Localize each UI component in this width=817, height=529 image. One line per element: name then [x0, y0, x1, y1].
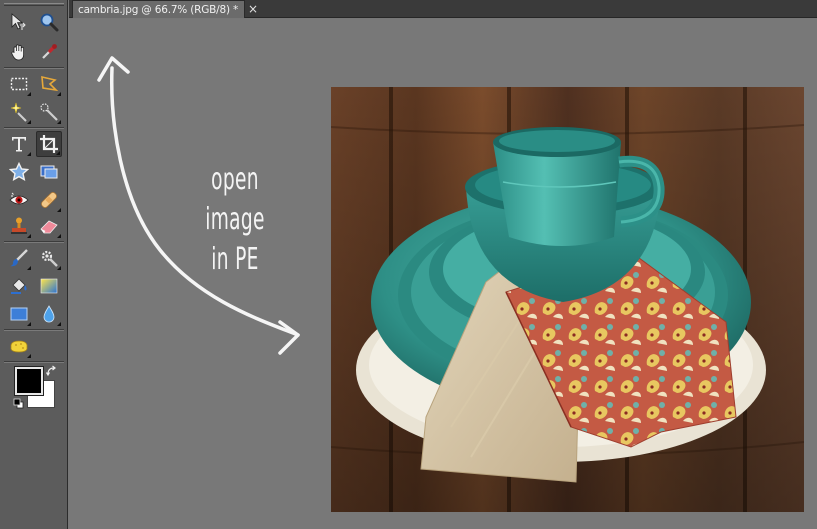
eyedropper-icon	[42, 44, 57, 59]
brush-tool[interactable]	[6, 245, 32, 271]
gradient-tool[interactable]	[36, 273, 62, 299]
crop-tool[interactable]	[36, 131, 62, 157]
tool-flyout-indicator	[27, 266, 31, 270]
cookie-cutter-tool[interactable]	[6, 159, 32, 185]
paint-bucket-icon	[11, 278, 27, 294]
red-eye-tool[interactable]	[6, 187, 32, 213]
tool-flyout-indicator	[27, 92, 31, 96]
eyedropper-tool[interactable]	[36, 39, 62, 65]
tool-flyout-indicator	[57, 322, 61, 326]
gradient-icon	[40, 278, 58, 294]
smart-brush-icon	[41, 250, 58, 267]
brush-icon	[10, 249, 28, 267]
type-icon	[12, 137, 26, 152]
tool-flyout-indicator	[57, 234, 61, 238]
toolbox-separator	[4, 127, 64, 129]
shape-icon	[10, 307, 28, 321]
tool-flyout-indicator	[27, 120, 31, 124]
straighten-tool[interactable]	[36, 159, 62, 185]
lasso-icon	[41, 75, 59, 92]
quick-selection-icon	[40, 103, 58, 121]
tool-flyout-indicator	[27, 322, 31, 326]
cookie-cutter-icon	[9, 162, 29, 181]
quick-selection-tool[interactable]	[36, 99, 62, 125]
magic-wand-tool[interactable]	[6, 99, 32, 125]
annotation-text: open image in PE	[192, 160, 279, 280]
toolbox	[0, 0, 68, 529]
tool-flyout-indicator	[57, 208, 61, 212]
toolbox-separator	[4, 361, 64, 363]
type-tool[interactable]	[6, 131, 32, 157]
straighten-icon	[40, 165, 58, 179]
sponge-tool[interactable]	[6, 333, 32, 359]
document-tab-bar: cambria.jpg @ 66.7% (RGB/8) * ×	[69, 0, 817, 18]
tool-flyout-indicator	[27, 354, 31, 358]
move-icon	[11, 13, 26, 30]
tool-flyout-indicator	[57, 120, 61, 124]
magic-wand-icon	[10, 102, 27, 122]
smart-brush-tool[interactable]	[36, 245, 62, 271]
hand-tool[interactable]	[6, 39, 32, 65]
tableware-photo	[331, 87, 804, 512]
blur-tool[interactable]	[36, 301, 62, 327]
lasso-tool[interactable]	[36, 71, 62, 97]
eraser-tool[interactable]	[36, 213, 62, 239]
healing-brush-tool[interactable]	[36, 187, 62, 213]
zoom-tool[interactable]	[36, 9, 62, 35]
paint-bucket-tool[interactable]	[6, 273, 32, 299]
default-colors-icon[interactable]	[13, 398, 24, 409]
foreground-color-swatch[interactable]	[14, 366, 44, 396]
sponge-icon	[10, 340, 28, 353]
eraser-icon	[40, 220, 58, 234]
toolbox-grip[interactable]	[4, 3, 64, 6]
tool-flyout-indicator	[27, 152, 31, 156]
shape-tool[interactable]	[6, 301, 32, 327]
hand-icon	[11, 44, 24, 61]
blur-icon	[43, 305, 55, 323]
marquee-icon	[10, 77, 28, 91]
clone-stamp-icon	[11, 217, 27, 234]
tool-flyout-indicator	[57, 266, 61, 270]
zoom-icon	[40, 13, 59, 32]
swap-colors-icon[interactable]	[46, 365, 58, 377]
move-tool[interactable]	[6, 9, 32, 35]
tool-flyout-indicator	[56, 151, 60, 155]
toolbox-separator	[4, 67, 64, 69]
clone-stamp-tool[interactable]	[6, 213, 32, 239]
tool-flyout-indicator	[57, 92, 61, 96]
rectangular-marquee-tool[interactable]	[6, 71, 32, 97]
annotation-line-1: open image	[205, 162, 265, 237]
close-tab-icon[interactable]: ×	[247, 3, 259, 15]
toolbox-separator	[4, 329, 64, 331]
red-eye-icon	[9, 192, 29, 205]
document-image[interactable]	[331, 87, 804, 512]
toolbox-separator	[4, 241, 64, 243]
tool-flyout-indicator	[27, 234, 31, 238]
annotation-line-2: in PE	[211, 242, 259, 277]
document-tab-title: cambria.jpg @ 66.7% (RGB/8) *	[78, 3, 239, 16]
document-tab[interactable]: cambria.jpg @ 66.7% (RGB/8) *	[72, 0, 245, 18]
healing-brush-icon	[41, 192, 57, 208]
